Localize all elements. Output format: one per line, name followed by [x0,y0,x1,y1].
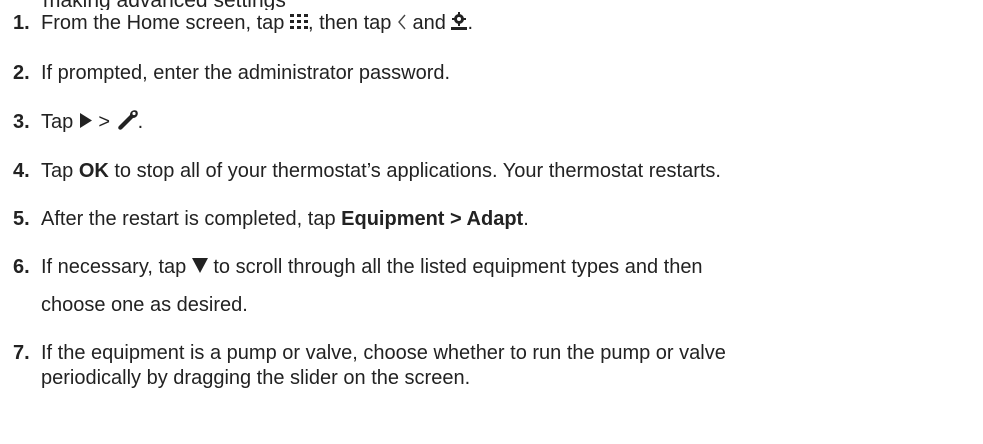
down-triangle-icon [191,258,208,274]
ok-label: OK [78,160,109,182]
back-chevron-icon [397,14,407,30]
step-text: After the restart is completed, tap Equi… [41,208,529,230]
step-3: 3. Tap > . [0,109,983,134]
step-text-part: to scroll through all the listed equipme… [207,256,703,278]
wrench-icon [116,109,138,130]
step-7: 7. If the equipment is a pump or valve, … [0,341,983,389]
equipment-label: Equipment [341,208,445,230]
step-text-part: and [406,12,452,34]
cropped-heading-fragment: making advanced settings [0,0,983,10]
step-text-part: . [467,12,473,34]
step-6: 6. If necessary, tap to scroll through a… [0,255,983,316]
step-text: If prompted, enter the administrator pas… [41,62,451,84]
step-text: Tap > . [41,109,144,133]
step-number: 5. [13,208,30,230]
step-text: If necessary, tap to scroll through all … [41,256,703,278]
cropped-heading-text: making advanced settings [43,0,286,10]
step-text-part: Tap [41,111,79,133]
step-number: 7. [13,342,30,364]
step-text-part: . [137,111,144,133]
step-4: 4. Tap OK to stop all of your thermostat… [0,159,983,183]
step-text: Tap OK to stop all of your thermostat’s … [41,160,721,182]
menu-separator: > [444,208,467,230]
settings-gear-icon [451,11,468,30]
step-text: From the Home screen, tap , then tap and… [41,11,473,34]
step-text-part: From the Home screen, tap [41,12,290,34]
step-number: 4. [13,160,30,182]
step-text-part: Tap [41,160,79,182]
step-text-part: After the restart is completed, tap [41,208,342,230]
adapt-label: Adapt [466,208,524,230]
step-number: 3. [13,111,30,133]
apps-grid-icon [289,14,308,30]
step-text-part: . [523,208,529,230]
step-text: If the equipment is a pump or valve, cho… [41,342,726,364]
step-text-continuation: choose one as desired. [41,294,248,316]
step-number: 1. [13,12,30,34]
step-text-part: > [92,111,116,133]
step-number: 2. [13,62,30,84]
step-text-part: , then tap [307,12,397,34]
step-text-part: If necessary, tap [41,256,192,278]
step-5: 5. After the restart is completed, tap E… [0,207,983,231]
step-1: 1. From the Home screen, tap , then tap … [0,11,983,35]
play-triangle-icon [79,113,93,129]
step-text-continuation: periodically by dragging the slider on t… [41,367,471,389]
step-2: 2. If prompted, enter the administrator … [0,61,983,85]
step-number: 6. [13,256,30,278]
step-text-part: to stop all of your thermostat’s applica… [108,160,721,182]
